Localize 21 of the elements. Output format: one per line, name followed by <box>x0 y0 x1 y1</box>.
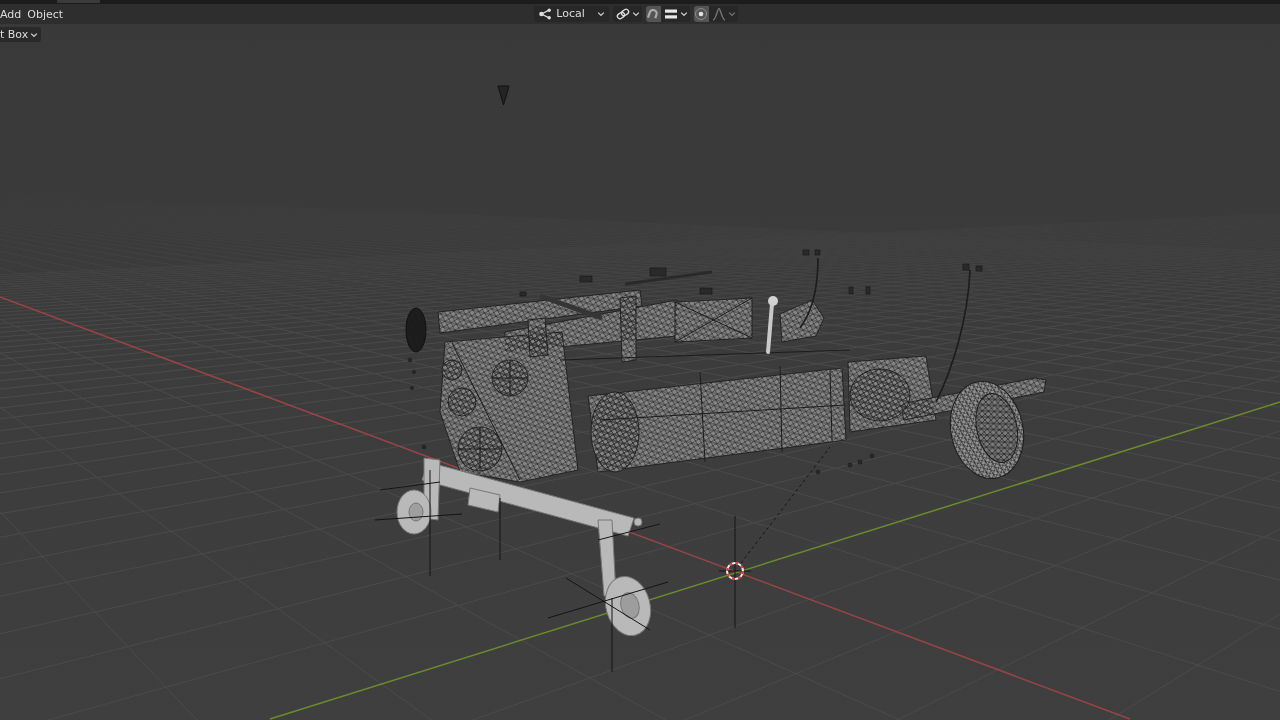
menu-item[interactable]: Add <box>0 5 25 23</box>
bars-icon <box>663 7 678 21</box>
cone-object <box>497 85 510 106</box>
peak-curve-icon <box>711 7 726 21</box>
menu-item[interactable]: Object <box>24 5 67 23</box>
caret-icon <box>631 10 640 18</box>
caret-icon <box>679 10 688 18</box>
snap-target-dropdown[interactable] <box>660 6 690 22</box>
branch-nodes-icon <box>538 7 553 21</box>
linked-rings-icon <box>615 7 630 21</box>
orientation-dropdown[interactable]: Local <box>534 6 609 22</box>
caret-icon <box>727 10 736 18</box>
magnet-icon <box>646 7 661 21</box>
select-mode-dropdown[interactable]: t Box <box>0 27 42 42</box>
snap-toggle[interactable] <box>645 6 661 22</box>
dot-ring-icon <box>694 7 709 21</box>
proportional-edit-toggle[interactable] <box>693 6 709 22</box>
caret-icon <box>596 10 605 18</box>
pivot-dropdown[interactable] <box>612 6 642 22</box>
3d-cursor-icon <box>718 562 752 580</box>
caret-icon <box>30 30 39 39</box>
